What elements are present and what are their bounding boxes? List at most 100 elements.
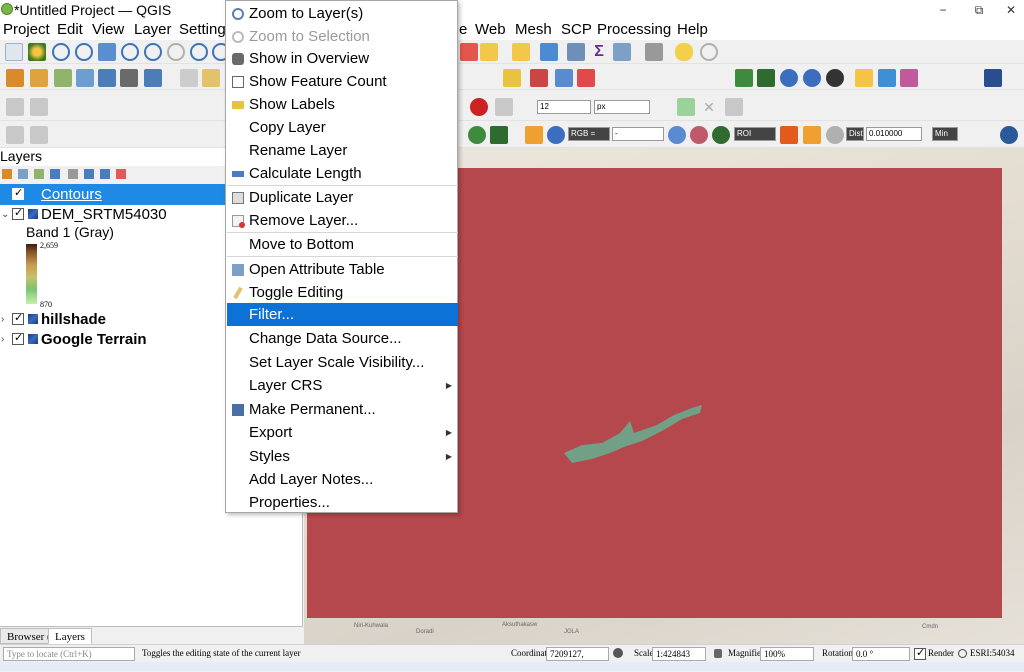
- add-vector-icon[interactable]: [30, 69, 48, 87]
- zoom-full-icon[interactable]: [98, 43, 116, 61]
- minimize-button[interactable]: −: [928, 1, 958, 19]
- menu-processing[interactable]: Processing: [597, 21, 671, 38]
- scp-band-2-icon[interactable]: [690, 126, 708, 144]
- layer-name[interactable]: Contours: [41, 186, 102, 203]
- menu-item-change-data-source[interactable]: Change Data Source...: [227, 327, 458, 350]
- menu-item-styles[interactable]: Styles ▶: [227, 445, 458, 468]
- roi-create-icon[interactable]: [780, 126, 798, 144]
- new-layer-icon[interactable]: [144, 69, 162, 87]
- scp-zoom-icon[interactable]: [468, 126, 486, 144]
- menu-layer[interactable]: Layer: [134, 21, 172, 38]
- font-size-input[interactable]: 12: [537, 100, 591, 114]
- menu-project[interactable]: Project: [3, 21, 50, 38]
- style-manager-icon[interactable]: [2, 169, 12, 179]
- attribute-table-icon[interactable]: [613, 43, 631, 61]
- measure-icon[interactable]: [540, 43, 558, 61]
- scp-more-icon[interactable]: [1000, 126, 1018, 144]
- tab-layers[interactable]: Layers: [48, 628, 92, 644]
- layer-checkbox[interactable]: [12, 186, 24, 200]
- roi-add-icon[interactable]: [803, 126, 821, 144]
- menu-item-zoom-to-layer[interactable]: Zoom to Layer(s): [227, 2, 458, 25]
- menu-item-export[interactable]: Export ▶: [227, 421, 458, 444]
- collapse-all-icon[interactable]: [100, 169, 110, 179]
- locate-search-input[interactable]: Type to locate (Ctrl+K): [3, 647, 135, 661]
- zoom-in-icon[interactable]: [52, 43, 70, 61]
- menu-mesh[interactable]: Mesh: [515, 21, 552, 38]
- menu-item-zoom-to-selection[interactable]: Zoom to Selection: [227, 25, 458, 48]
- clear-icon[interactable]: ✕: [700, 98, 718, 116]
- menu-item-layer-crs[interactable]: Layer CRS ▶: [227, 374, 458, 397]
- data-source-manager-icon[interactable]: [6, 69, 24, 87]
- magnifier-field[interactable]: 100%: [760, 647, 814, 661]
- menu-item-make-permanent[interactable]: Make Permanent...: [227, 398, 458, 421]
- menu-item-duplicate-layer[interactable]: Duplicate Layer: [227, 186, 458, 209]
- vertex-tool-icon[interactable]: [6, 98, 24, 116]
- menu-settings[interactable]: Setting: [179, 21, 226, 38]
- gear-icon[interactable]: [567, 43, 585, 61]
- zoom-native-icon[interactable]: [167, 43, 185, 61]
- menu-item-show-in-overview[interactable]: Show in Overview: [227, 47, 458, 70]
- menu-edit[interactable]: Edit: [57, 21, 83, 38]
- identify-icon[interactable]: [512, 43, 530, 61]
- menu-web[interactable]: Web: [475, 21, 506, 38]
- advanced-digitize-icon[interactable]: [725, 98, 743, 116]
- render-checkbox[interactable]: [914, 646, 926, 660]
- roi-redo-icon[interactable]: [826, 126, 844, 144]
- digitize-icon[interactable]: [460, 43, 478, 61]
- pencil-icon[interactable]: [202, 69, 220, 87]
- add-feature-icon[interactable]: [30, 98, 48, 116]
- menu-vector-partial[interactable]: e: [459, 21, 467, 38]
- menu-item-properties[interactable]: Properties...: [227, 491, 458, 514]
- layer-name[interactable]: Google Terrain: [41, 331, 147, 348]
- feature-count-checkbox[interactable]: [232, 76, 244, 88]
- menu-item-open-attribute-table[interactable]: Open Attribute Table: [227, 258, 458, 281]
- scp-icon-4[interactable]: [803, 69, 821, 87]
- lock-icon[interactable]: [714, 649, 722, 658]
- layer-name[interactable]: DEM_SRTM54030: [41, 206, 167, 223]
- menu-view[interactable]: View: [92, 21, 124, 38]
- menu-item-show-feature-count[interactable]: Show Feature Count: [227, 70, 458, 93]
- snapping-icon[interactable]: [495, 98, 513, 116]
- expand-icon[interactable]: ›: [1, 314, 4, 325]
- digitizing-icon[interactable]: [180, 69, 198, 87]
- menu-scp[interactable]: SCP: [561, 21, 592, 38]
- pan-to-selection-icon[interactable]: [28, 43, 46, 61]
- zoom-last-icon[interactable]: [190, 43, 208, 61]
- scp-icon-2[interactable]: [757, 69, 775, 87]
- python-icon[interactable]: [855, 69, 873, 87]
- scp-icon-5[interactable]: [826, 69, 844, 87]
- menu-item-rename-layer[interactable]: Rename Layer: [227, 139, 458, 162]
- extents-icon[interactable]: [613, 648, 623, 658]
- menu-item-move-to-bottom[interactable]: Move to Bottom: [227, 233, 458, 256]
- dist-input[interactable]: 0.010000: [866, 127, 922, 141]
- pan-icon[interactable]: [5, 43, 23, 61]
- collapse-icon[interactable]: ⌄: [1, 209, 9, 220]
- menu-help[interactable]: Help: [677, 21, 708, 38]
- expand-icon[interactable]: ›: [1, 334, 4, 345]
- filter-expression-icon[interactable]: [68, 169, 78, 179]
- layer-checkbox[interactable]: [12, 206, 24, 220]
- menu-item-toggle-editing[interactable]: Toggle Editing: [227, 281, 458, 304]
- layer-name[interactable]: hillshade: [41, 311, 106, 328]
- add-delimited-text-icon[interactable]: [54, 69, 72, 87]
- help-icon[interactable]: [984, 69, 1002, 87]
- menu-item-show-labels[interactable]: Show Labels: [227, 93, 458, 116]
- add-wms-icon[interactable]: [98, 69, 116, 87]
- measure-line-icon[interactable]: [645, 43, 663, 61]
- plugin-icon[interactable]: [878, 69, 896, 87]
- select-tool-icon[interactable]: [6, 126, 24, 144]
- label-show-icon[interactable]: [555, 69, 573, 87]
- add-group-icon[interactable]: [18, 169, 28, 179]
- select-by-value-icon[interactable]: [30, 126, 48, 144]
- plot-icon[interactable]: [900, 69, 918, 87]
- map-tips-icon[interactable]: [675, 43, 693, 61]
- crs-button[interactable]: ESRI:54034: [970, 648, 1015, 658]
- manage-map-themes-icon[interactable]: [34, 169, 44, 179]
- menu-item-add-layer-notes[interactable]: Add Layer Notes...: [227, 468, 458, 491]
- add-wfs-icon[interactable]: [76, 69, 94, 87]
- roi-zoom-icon[interactable]: [712, 126, 730, 144]
- label-move-icon[interactable]: [577, 69, 595, 87]
- scp-icon-3[interactable]: [780, 69, 798, 87]
- label-tool-icon[interactable]: [503, 69, 521, 87]
- menu-item-filter[interactable]: Filter...: [227, 303, 458, 326]
